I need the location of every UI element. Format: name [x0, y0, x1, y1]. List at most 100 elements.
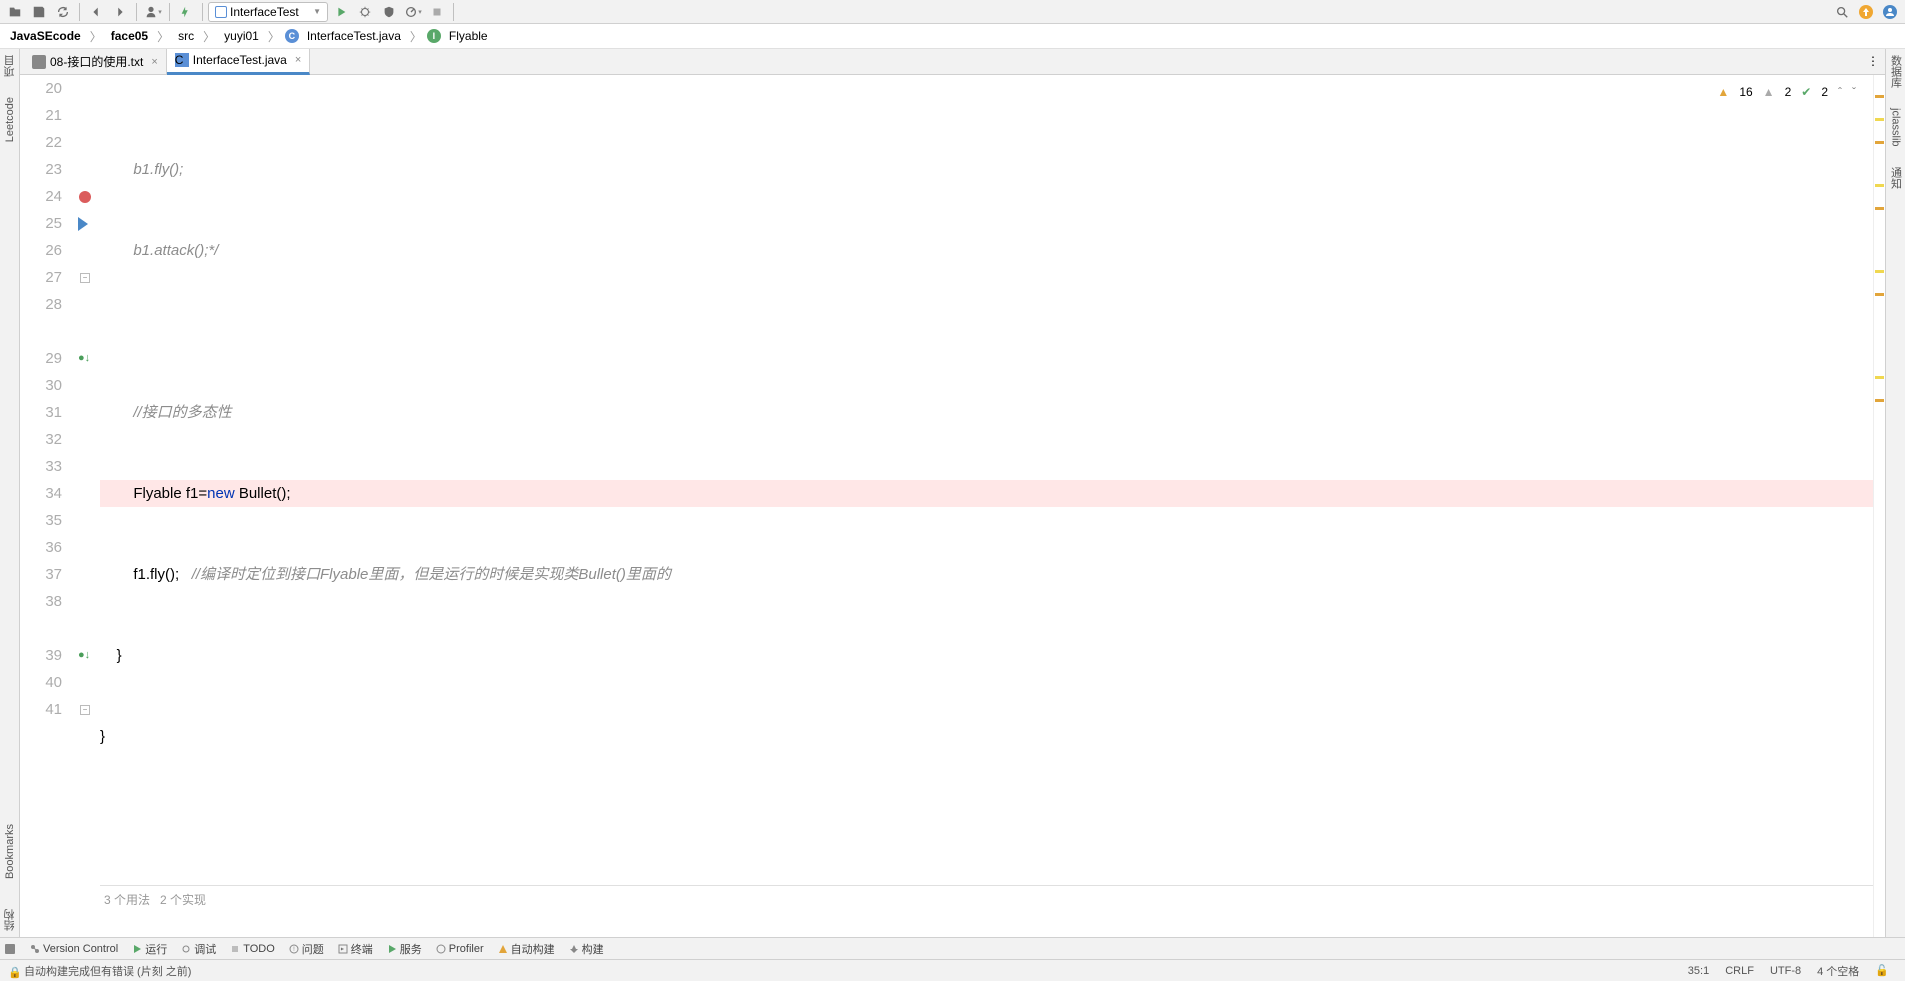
code-line: f1.fly(); //编译时定位到接口Flyable里面，但是运行的时候是实现… — [100, 561, 1873, 588]
tool-problems[interactable]: !问题 — [289, 941, 324, 957]
fold-icon[interactable]: − — [80, 705, 90, 715]
separator — [79, 3, 80, 21]
run-config-label: InterfaceTest — [230, 5, 299, 19]
tool-notifications[interactable]: 通知 — [1888, 167, 1904, 189]
run-icon[interactable] — [330, 1, 352, 23]
line-gutter: 202122232425262728 29303132333435363738 … — [20, 75, 70, 937]
lock-icon[interactable]: 🔒 — [8, 966, 18, 976]
coverage-icon[interactable] — [378, 1, 400, 23]
ok-count: 2 — [1821, 79, 1828, 106]
breadcrumb-src[interactable]: src — [174, 27, 198, 45]
status-message: 自动构建完成但有错误 (片刻 之前) — [18, 963, 1680, 979]
code-content[interactable]: ▲16 ▲2 ✔2 ˆ ˇ b1.fly(); b1.attack();*/ /… — [100, 75, 1873, 937]
back-icon[interactable] — [85, 1, 107, 23]
tool-bookmarks[interactable]: Bookmarks — [4, 824, 16, 879]
user-dropdown-icon[interactable]: ▾ — [142, 1, 164, 23]
code-line: Flyable f1=new Bullet(); — [100, 480, 1873, 507]
open-icon[interactable] — [4, 1, 26, 23]
tool-services[interactable]: 服务 — [387, 941, 422, 957]
breadcrumb: JavaSEcode 〉 face05 〉 src 〉 yuyi01 〉 C I… — [0, 24, 1905, 49]
separator — [136, 3, 137, 21]
status-readonly-icon[interactable]: 🔓 — [1867, 964, 1897, 977]
tool-database[interactable]: 数据库 — [1888, 55, 1904, 88]
breadcrumb-module[interactable]: face05 — [107, 27, 152, 45]
main-area: 项目 Leetcode Bookmarks 结构 08-接口的使用.txt × … — [0, 49, 1905, 937]
implementation-icon[interactable]: ●↓ — [78, 352, 92, 366]
code-line — [100, 804, 1873, 831]
dropdown-icon: ▼ — [313, 7, 321, 16]
run-config-selector[interactable]: InterfaceTest ▼ — [208, 2, 328, 22]
tool-profiler[interactable]: Profiler — [436, 943, 484, 955]
tool-terminal[interactable]: 终端 — [338, 941, 373, 957]
debug-icon[interactable] — [354, 1, 376, 23]
tool-project[interactable]: 项目 — [2, 55, 18, 77]
code-line: b1.attack();*/ — [100, 242, 218, 259]
code-line — [100, 318, 1873, 345]
weak-warning-icon: ▲ — [1763, 79, 1775, 106]
tab-file-1[interactable]: C InterfaceTest.java × — [167, 49, 311, 75]
svg-text:!: ! — [293, 947, 295, 953]
main-toolbar: ▾ InterfaceTest ▼ ▾ — [0, 0, 1905, 24]
typo-icon: ✔ — [1801, 79, 1811, 106]
next-highlight-icon[interactable]: ˇ — [1852, 79, 1856, 106]
prev-highlight-icon[interactable]: ˆ — [1838, 79, 1842, 106]
inspection-summary[interactable]: ▲ 16 ▲ 2 ✔ 2 ˆ ˇ — [1712, 77, 1861, 108]
save-all-icon[interactable] — [28, 1, 50, 23]
close-icon[interactable]: × — [147, 56, 157, 68]
config-icon — [215, 6, 227, 18]
separator — [453, 3, 454, 21]
breadcrumb-root[interactable]: JavaSEcode — [6, 27, 85, 45]
warn-count: 16 — [1739, 79, 1752, 106]
tool-run[interactable]: 运行 — [132, 941, 167, 957]
settings-ide-icon[interactable] — [1879, 1, 1901, 23]
implementation-icon[interactable]: ●↓ — [78, 649, 92, 663]
code-editor[interactable]: 202122232425262728 29303132333435363738 … — [20, 75, 1885, 937]
warning-icon: ▲ — [1717, 79, 1729, 106]
bottom-tool-bar: Version Control 运行 调试 TODO !问题 终端 服务 Pro… — [0, 937, 1905, 959]
chevron-icon: 〉 — [407, 28, 425, 45]
tool-todo[interactable]: TODO — [230, 943, 275, 955]
stop-icon[interactable] — [426, 1, 448, 23]
ide-update-icon[interactable] — [1855, 1, 1877, 23]
run-marker-icon — [78, 217, 88, 231]
text-file-icon — [32, 55, 46, 69]
tab-label: 08-接口的使用.txt — [50, 53, 143, 70]
tool-jclasslib[interactable]: jclasslib — [1890, 108, 1902, 147]
code-line: } — [100, 642, 1873, 669]
search-icon[interactable] — [1831, 1, 1853, 23]
chevron-icon: 〉 — [265, 28, 283, 45]
interface-icon: I — [427, 29, 441, 43]
weak-count: 2 — [1785, 79, 1792, 106]
build-icon[interactable] — [175, 1, 197, 23]
gutter-icons: − ●↓ ●↓ − — [70, 75, 100, 937]
breadcrumb-symbol[interactable]: Flyable — [445, 27, 492, 45]
editor-tabs: 08-接口的使用.txt × C InterfaceTest.java × ⋮ — [20, 49, 1885, 75]
tool-leetcode[interactable]: Leetcode — [4, 97, 16, 142]
breadcrumb-package[interactable]: yuyi01 — [220, 27, 263, 45]
usages-hint[interactable]: 3 个用法 2 个实现 — [100, 893, 206, 907]
tool-structure[interactable]: 结构 — [2, 909, 18, 931]
tool-menu-icon[interactable] — [4, 943, 16, 955]
tool-version-control[interactable]: Version Control — [30, 943, 118, 955]
tabs-menu-icon[interactable]: ⋮ — [1865, 53, 1881, 69]
close-icon[interactable]: × — [291, 54, 301, 66]
breadcrumb-file[interactable]: InterfaceTest.java — [303, 27, 405, 45]
code-line: //接口的多态性 — [100, 404, 232, 421]
status-position[interactable]: 35:1 — [1680, 965, 1717, 977]
status-indent[interactable]: 4 个空格 — [1809, 963, 1867, 979]
forward-icon[interactable] — [109, 1, 131, 23]
sync-icon[interactable] — [52, 1, 74, 23]
status-encoding[interactable]: UTF-8 — [1762, 965, 1809, 977]
tab-file-0[interactable]: 08-接口的使用.txt × — [24, 49, 167, 75]
tab-label: InterfaceTest.java — [193, 53, 287, 67]
profile-icon[interactable]: ▾ — [402, 1, 424, 23]
tool-auto-build[interactable]: 自动构建 — [498, 941, 555, 957]
tool-debug[interactable]: 调试 — [181, 941, 216, 957]
tool-build[interactable]: 构建 — [569, 941, 604, 957]
fold-icon[interactable]: − — [80, 273, 90, 283]
status-line-ending[interactable]: CRLF — [1717, 965, 1762, 977]
error-stripe[interactable] — [1873, 75, 1885, 937]
left-tool-stripe: 项目 Leetcode Bookmarks 结构 — [0, 49, 20, 937]
breakpoint-icon[interactable] — [79, 191, 91, 203]
editor-area: 08-接口的使用.txt × C InterfaceTest.java × ⋮ … — [20, 49, 1885, 937]
